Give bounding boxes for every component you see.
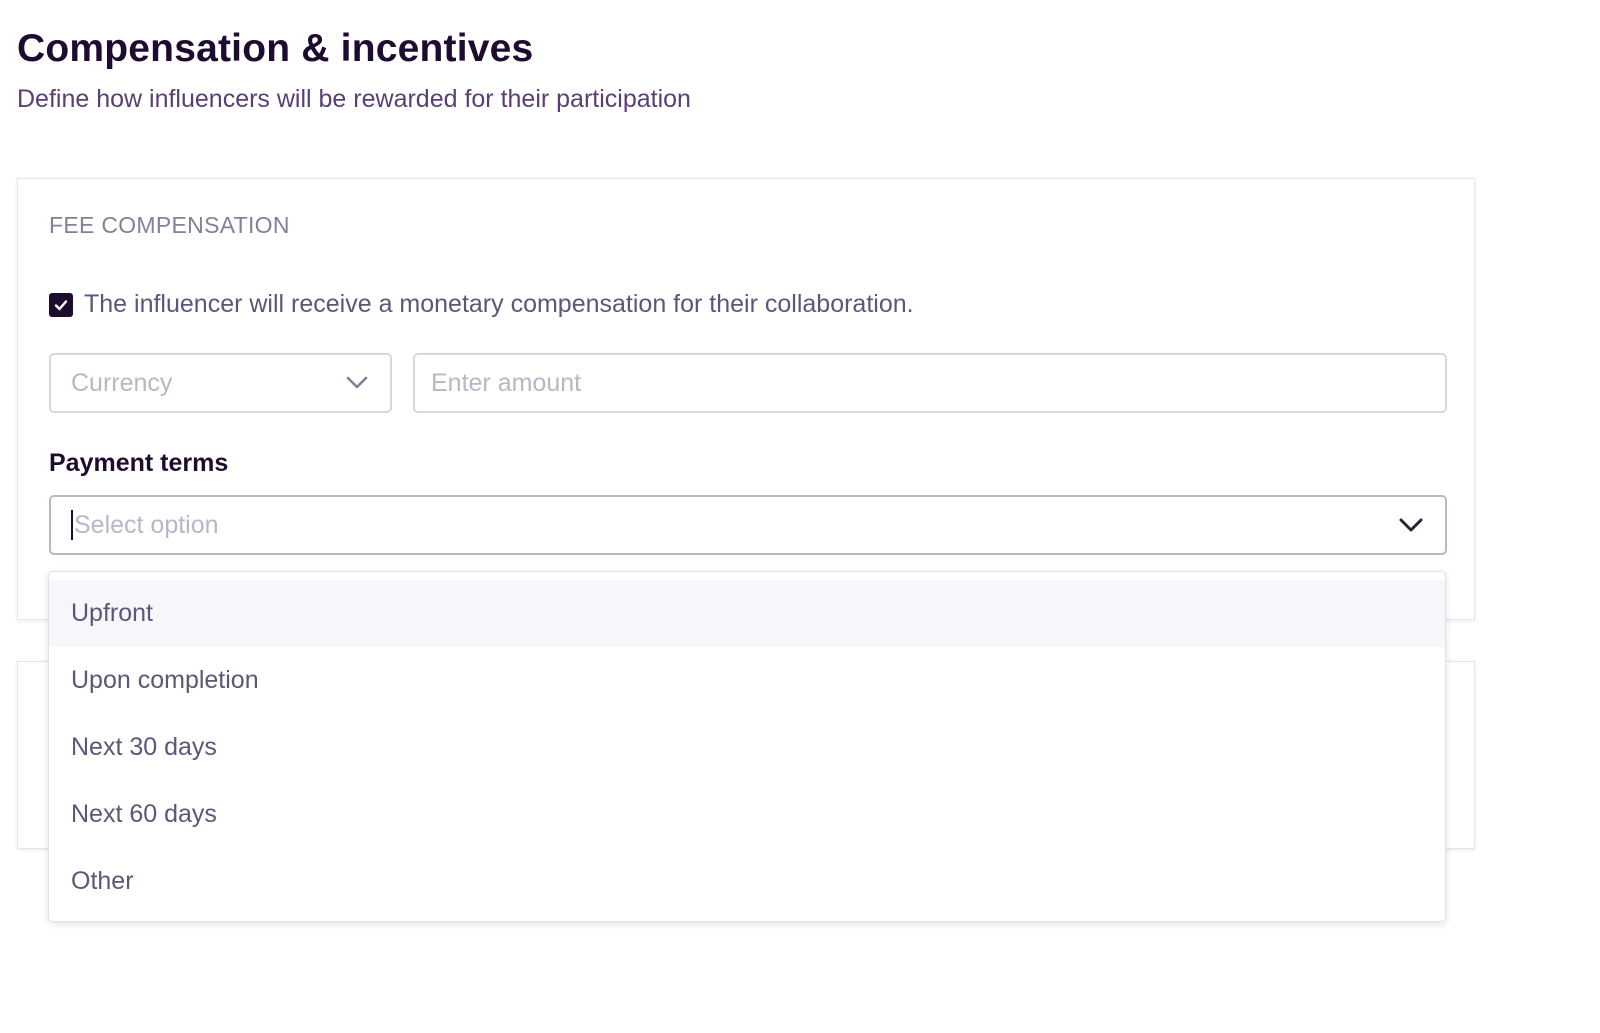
compensation-checkbox-row[interactable]: The influencer will receive a monetary c… (49, 290, 914, 319)
dropdown-option-next-60-days[interactable]: Next 60 days (49, 781, 1445, 848)
payment-terms-label: Payment terms (49, 449, 229, 477)
section-label: FEE COMPENSATION (49, 212, 290, 238)
compensation-checkbox[interactable] (49, 292, 73, 317)
chevron-down-icon (346, 376, 368, 389)
page: Compensation & incentives Define how inf… (0, 0, 1600, 1033)
payment-terms-value: Select option (71, 510, 219, 540)
dropdown-option-next-30-days[interactable]: Next 30 days (49, 714, 1445, 781)
currency-select[interactable]: Currency (49, 353, 392, 413)
amount-input[interactable]: Enter amount (413, 353, 1447, 413)
page-subtitle: Define how influencers will be rewarded … (17, 85, 691, 113)
dropdown-option-other[interactable]: Other (49, 848, 1445, 915)
fee-compensation-card: FEE COMPENSATION The influencer will rec… (17, 178, 1475, 620)
checkbox-label: The influencer will receive a monetary c… (84, 290, 914, 318)
payment-terms-select[interactable]: Select option (49, 495, 1447, 555)
text-cursor (71, 510, 73, 540)
payment-terms-placeholder: Select option (74, 510, 219, 539)
dropdown-option-upfront[interactable]: Upfront (49, 580, 1445, 647)
page-title: Compensation & incentives (17, 27, 534, 70)
checkmark-icon (54, 299, 68, 310)
currency-placeholder: Currency (71, 368, 173, 397)
chevron-down-icon (1399, 518, 1423, 531)
amount-placeholder: Enter amount (431, 368, 582, 397)
payment-terms-dropdown: Upfront Upon completion Next 30 days Nex… (48, 571, 1446, 922)
dropdown-option-upon-completion[interactable]: Upon completion (49, 647, 1445, 714)
